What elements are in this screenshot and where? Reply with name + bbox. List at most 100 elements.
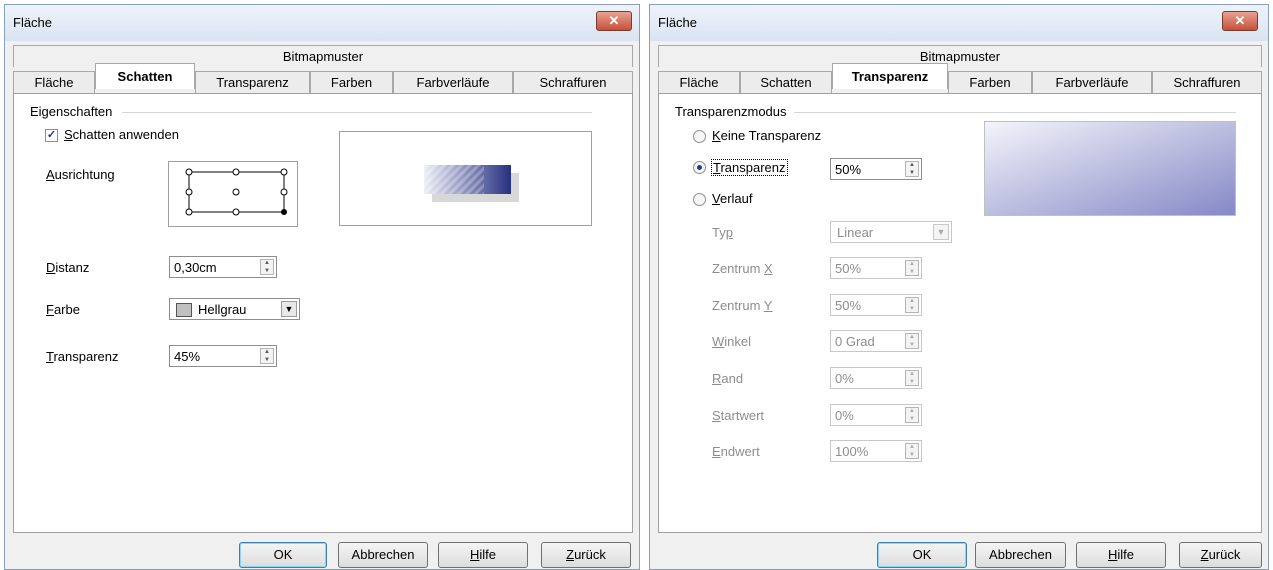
tab-hatching[interactable]: Schraffuren <box>513 71 633 93</box>
spin-arrows[interactable]: ▲ ▼ <box>260 348 274 364</box>
tab-hatching[interactable]: Schraffuren <box>1152 71 1262 93</box>
angle-spinbox[interactable]: 0 Grad ▲ ▼ <box>830 330 922 352</box>
spin-up-icon[interactable]: ▲ <box>906 408 918 415</box>
chevron-down-icon[interactable]: ▼ <box>933 224 949 240</box>
close-icon: ✕ <box>608 13 620 28</box>
spin-arrows[interactable]: ▲ ▼ <box>905 297 919 313</box>
spin-arrows[interactable]: ▲ ▼ <box>905 370 919 386</box>
spin-up-icon[interactable]: ▲ <box>906 162 918 169</box>
back-button[interactable]: Zurück <box>541 542 631 568</box>
border-label-r: R <box>712 371 722 386</box>
help-button-h: H <box>1107 547 1118 562</box>
chevron-down-icon[interactable]: ▼ <box>281 301 297 317</box>
spin-up-icon[interactable]: ▲ <box>261 260 273 267</box>
spin-arrows[interactable]: ▲ ▼ <box>905 443 919 459</box>
mode-transparency-spinbox[interactable]: 50% ▲ ▼ <box>830 158 922 180</box>
spin-down-icon[interactable]: ▼ <box>261 357 273 364</box>
ok-button[interactable]: OK <box>239 542 327 568</box>
apply-shadow-label-s: S <box>64 127 73 142</box>
help-button[interactable]: Hilfe <box>1076 542 1166 568</box>
alignment-position-picker[interactable] <box>168 161 298 227</box>
shadow-preview <box>339 131 592 226</box>
spin-up-icon[interactable]: ▲ <box>906 444 918 451</box>
spin-up-icon[interactable]: ▲ <box>906 261 918 268</box>
spin-down-icon[interactable]: ▼ <box>906 452 918 459</box>
spin-down-icon[interactable]: ▼ <box>906 269 918 276</box>
end-value-label-rest: ndwert <box>720 444 760 459</box>
spin-arrows[interactable]: ▲ ▼ <box>905 161 919 177</box>
spin-down-icon[interactable]: ▼ <box>906 306 918 313</box>
spin-down-icon[interactable]: ▼ <box>906 170 918 177</box>
mode-transparency-radio[interactable] <box>693 161 706 174</box>
spin-arrows[interactable]: ▲ ▼ <box>905 407 919 423</box>
center-y-spinbox[interactable]: 50% ▲ ▼ <box>830 294 922 316</box>
start-value-value: 0% <box>835 408 854 423</box>
distance-spinbox[interactable]: 0,30cm ▲ ▼ <box>169 256 277 278</box>
tab-bitmap-pattern[interactable]: Bitmapmuster <box>659 46 1261 68</box>
spin-arrows[interactable]: ▲ ▼ <box>905 260 919 276</box>
spin-down-icon[interactable]: ▼ <box>261 268 273 275</box>
spin-down-icon[interactable]: ▼ <box>906 416 918 423</box>
title-bar: Fläche ✕ <box>650 5 1268 41</box>
help-button[interactable]: Hilfe <box>438 542 528 568</box>
color-label: Farbe <box>46 302 80 317</box>
type-label-p: p <box>725 225 733 240</box>
alignment-label-a: A <box>46 167 55 182</box>
spin-arrows[interactable]: ▲ ▼ <box>260 259 274 275</box>
cancel-button[interactable]: Abbrechen <box>975 542 1066 568</box>
ok-button[interactable]: OK <box>877 542 967 568</box>
border-spinbox[interactable]: 0% ▲ ▼ <box>830 367 922 389</box>
shadow-panel: Eigenschaften ✓ Schatten anwenden Ausric… <box>13 93 633 533</box>
mode-none-radio[interactable] <box>693 130 706 143</box>
mode-none-label[interactable]: Keine Transparenz <box>712 128 821 143</box>
type-select[interactable]: Linear ▼ <box>830 221 952 243</box>
tab-colors[interactable]: Farben <box>310 71 393 93</box>
dialog-client: Bitmapmuster Fläche Schatten Transparenz… <box>13 42 633 568</box>
start-value-spinbox[interactable]: 0% ▲ ▼ <box>830 404 922 426</box>
apply-shadow-label[interactable]: Schatten anwenden <box>64 127 179 142</box>
mode-gradient-radio[interactable] <box>693 193 706 206</box>
tab-row-top: Bitmapmuster <box>658 45 1262 67</box>
spin-arrows[interactable]: ▲ ▼ <box>905 333 919 349</box>
alignment-selected-dot <box>281 209 287 215</box>
spin-up-icon[interactable]: ▲ <box>261 349 273 356</box>
tab-gradients[interactable]: Farbverläufe <box>1032 71 1152 93</box>
group-title-transparency-mode: Transparenzmodus <box>675 104 787 119</box>
spin-down-icon[interactable]: ▼ <box>906 379 918 386</box>
spin-up-icon[interactable]: ▲ <box>906 334 918 341</box>
type-value: Linear <box>837 225 874 240</box>
tab-area[interactable]: Fläche <box>13 71 95 93</box>
transparency-spinbox[interactable]: 45% ▲ ▼ <box>169 345 277 367</box>
tab-row-bottom: Fläche Schatten Transparenz Farben Farbv… <box>13 63 633 93</box>
spin-down-icon[interactable]: ▼ <box>906 342 918 349</box>
shadow-color-select[interactable]: Hellgrau ▼ <box>169 298 300 320</box>
back-button[interactable]: Zurück <box>1179 542 1262 568</box>
group-divider <box>122 112 592 113</box>
tab-shadow[interactable]: Schatten <box>95 63 195 89</box>
apply-shadow-checkbox[interactable]: ✓ <box>45 129 58 142</box>
end-value-label-e: E <box>712 444 721 459</box>
spin-up-icon[interactable]: ▲ <box>906 298 918 305</box>
tab-area[interactable]: Fläche <box>658 71 740 93</box>
start-value-label-s: S <box>712 408 721 423</box>
mode-transparency-label[interactable]: Transparenz <box>711 159 788 176</box>
center-x-spinbox[interactable]: 50% ▲ ▼ <box>830 257 922 279</box>
tab-transparency[interactable]: Transparenz <box>832 63 948 89</box>
close-button[interactable]: ✕ <box>1222 11 1258 31</box>
cancel-button[interactable]: Abbrechen <box>338 542 428 568</box>
mode-gradient-label[interactable]: Verlauf <box>712 191 753 206</box>
end-value-spinbox[interactable]: 100% ▲ ▼ <box>830 440 922 462</box>
tab-colors[interactable]: Farben <box>948 71 1032 93</box>
color-swatch <box>176 303 192 317</box>
tab-shadow[interactable]: Schatten <box>740 71 832 93</box>
mode-none-label-k: K <box>712 128 721 143</box>
tab-transparency[interactable]: Transparenz <box>195 71 310 93</box>
start-value-label-rest: tartwert <box>720 408 765 423</box>
close-button[interactable]: ✕ <box>596 11 632 31</box>
color-label-f: F <box>46 302 54 317</box>
distance-label-rest: istanz <box>55 260 90 275</box>
spin-up-icon[interactable]: ▲ <box>906 371 918 378</box>
transparency-panel: Transparenzmodus Keine Transparenz Trans… <box>658 93 1262 533</box>
tab-gradients[interactable]: Farbverläufe <box>393 71 513 93</box>
distance-value: 0,30cm <box>174 260 217 275</box>
